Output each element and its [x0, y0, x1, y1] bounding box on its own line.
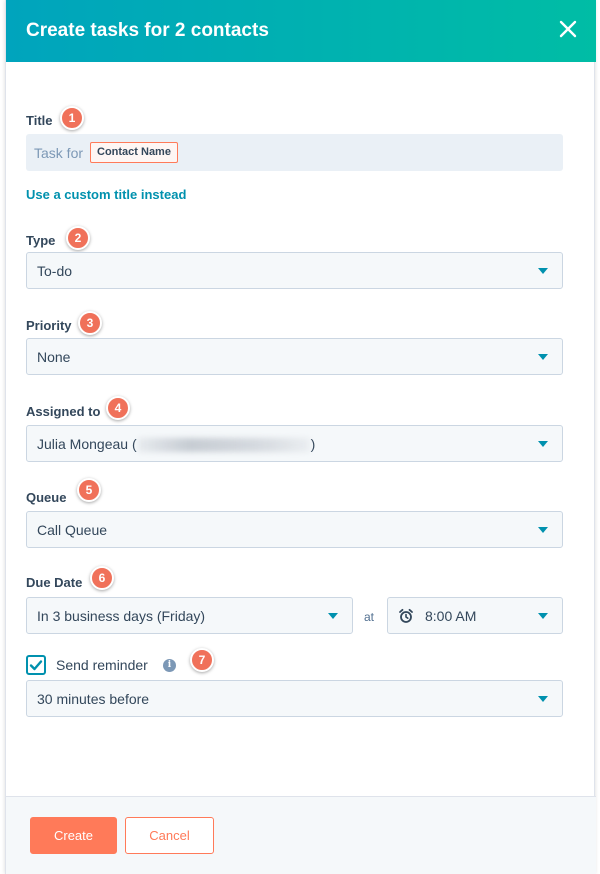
assignee-name: Julia Mongeau ( [37, 436, 137, 452]
close-icon[interactable] [556, 17, 580, 41]
type-label: Type [26, 233, 56, 248]
type-select[interactable]: To-do [26, 252, 563, 289]
priority-label: Priority [26, 318, 72, 333]
checkmark-icon [29, 660, 43, 671]
queue-select[interactable]: Call Queue [26, 511, 563, 548]
assigned-to-label: Assigned to [26, 404, 101, 419]
chevron-down-icon [538, 613, 548, 619]
cancel-button[interactable]: Cancel [125, 817, 214, 854]
contact-name-token[interactable]: Contact Name [90, 142, 178, 163]
assignee-value: Julia Mongeau () [37, 436, 316, 453]
reminder-select[interactable]: 30 minutes before [26, 680, 563, 717]
custom-title-link[interactable]: Use a custom title instead [26, 187, 186, 202]
step-marker-1: 1 [60, 106, 84, 130]
dialog-footer: Create Cancel [6, 796, 596, 874]
send-reminder-label: Send reminder [56, 657, 148, 673]
type-value: To-do [37, 263, 73, 279]
dialog-header: Create tasks for 2 contacts [6, 0, 596, 62]
title-field[interactable]: Task for Contact Name [26, 134, 563, 171]
title-prefix: Task for [34, 145, 84, 161]
assigned-to-select[interactable]: Julia Mongeau () [26, 425, 563, 462]
at-label: at [364, 610, 375, 624]
dialog-title: Create tasks for 2 contacts [26, 20, 269, 41]
chevron-down-icon [538, 696, 548, 702]
task-dialog: Create tasks for 2 contacts Title 1 Task… [5, 0, 596, 874]
chevron-down-icon [538, 268, 548, 274]
priority-select[interactable]: None [26, 338, 563, 375]
queue-label: Queue [26, 490, 67, 505]
chevron-down-icon [538, 354, 548, 360]
chevron-down-icon [538, 527, 548, 533]
chevron-down-icon [538, 441, 548, 447]
step-marker-6: 6 [90, 566, 114, 590]
due-time-value: 8:00 AM [425, 608, 477, 624]
create-button[interactable]: Create [30, 817, 117, 854]
due-date-value: In 3 business days (Friday) [37, 608, 206, 624]
due-date-select[interactable]: In 3 business days (Friday) [26, 597, 353, 634]
step-marker-2: 2 [66, 226, 90, 250]
step-marker-5: 5 [77, 478, 101, 502]
priority-value: None [37, 349, 71, 365]
step-marker-4: 4 [106, 396, 130, 420]
assignee-suffix: ) [310, 436, 316, 452]
step-marker-3: 3 [78, 311, 102, 335]
chevron-down-icon [328, 613, 338, 619]
due-time-select[interactable]: 8:00 AM [387, 597, 563, 634]
redacted-email [137, 438, 310, 453]
reminder-value: 30 minutes before [37, 691, 150, 707]
step-marker-7: 7 [190, 648, 214, 672]
queue-value: Call Queue [37, 522, 108, 538]
info-icon[interactable]: i [163, 659, 176, 672]
due-date-label: Due Date [26, 575, 83, 590]
title-label: Title [26, 113, 53, 128]
alarm-clock-icon [398, 608, 414, 624]
send-reminder-checkbox[interactable] [26, 655, 46, 675]
